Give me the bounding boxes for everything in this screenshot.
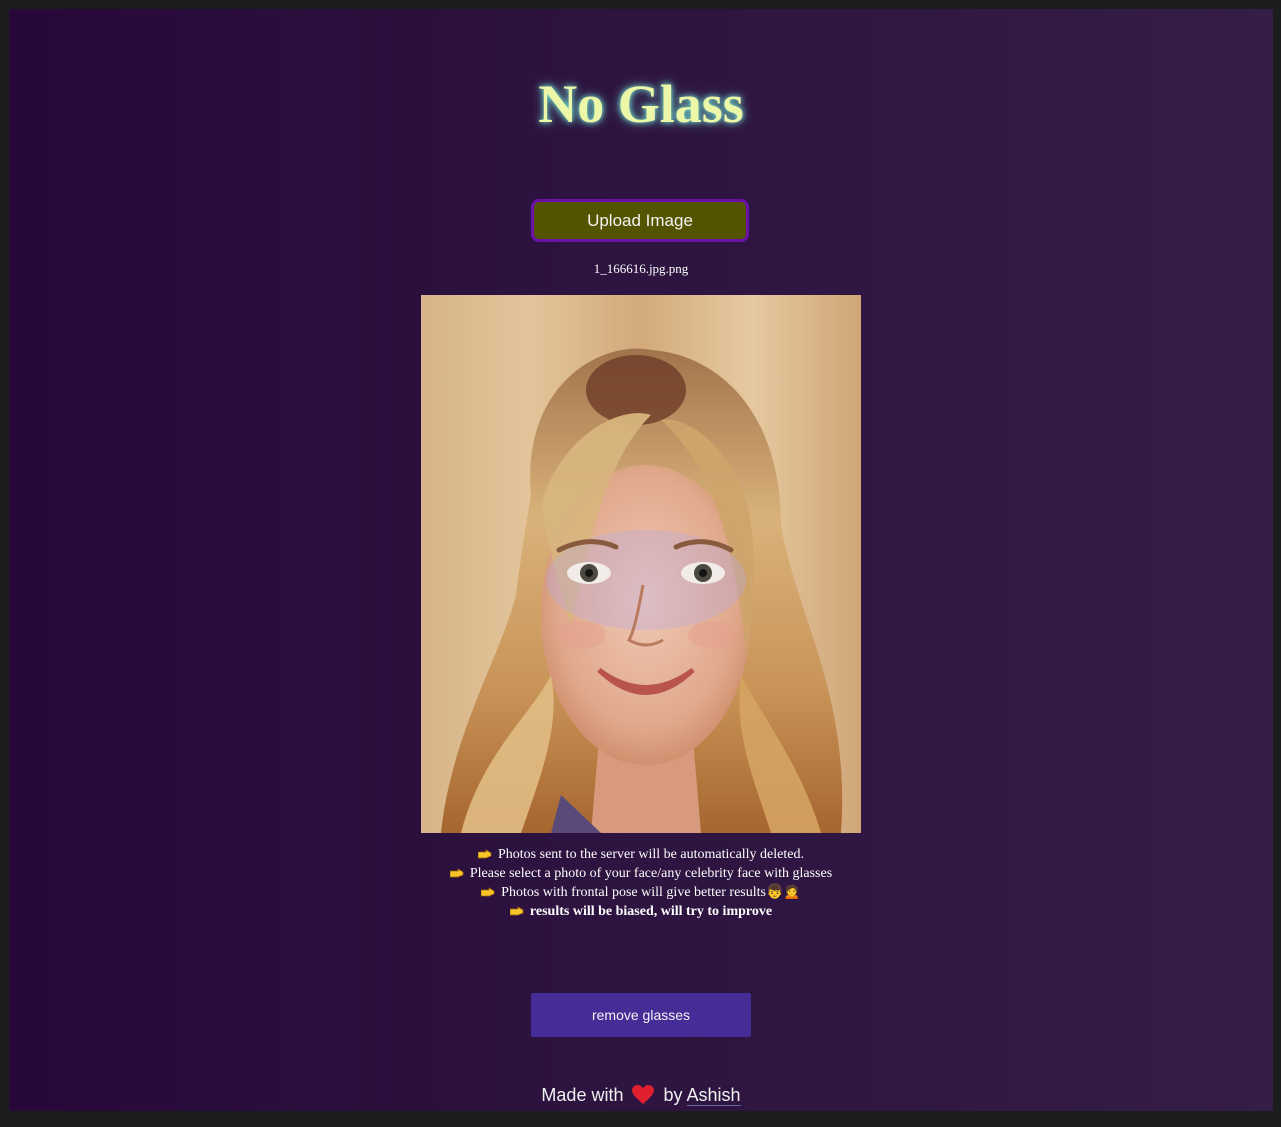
note-text: Photos sent to the server will be automa… (498, 847, 804, 862)
footer-prefix: Made with (541, 1085, 624, 1105)
face-photo-illustration (421, 295, 861, 833)
note-line: Photos sent to the server will be automa… (9, 845, 1273, 864)
note-text: results will be biased, will try to impr… (529, 904, 773, 919)
note-line: results will be biased, will try to impr… (9, 902, 1273, 921)
uploaded-photo-preview (421, 295, 861, 833)
app-frame: No Glass Upload Image 1_166616.jpg.png P… (9, 9, 1273, 1111)
page-title: No Glass (538, 74, 744, 134)
uploaded-filename: 1_166616.jpg.png (593, 261, 689, 276)
heart-icon (632, 1085, 655, 1104)
pointing-hand-icon (478, 849, 492, 859)
note-text: Photos with frontal pose will give bette… (501, 885, 801, 900)
footer-by: by (663, 1085, 683, 1105)
pointing-hand-icon (509, 906, 524, 916)
pointing-hand-icon (449, 868, 464, 878)
note-text: Please select a photo of your face/any c… (469, 866, 833, 881)
footer: Made with by Ashish (9, 1085, 1273, 1106)
usage-notes: Photos sent to the server will be automa… (9, 845, 1273, 921)
remove-glasses-button[interactable]: remove glasses (531, 993, 751, 1037)
author-link[interactable]: Ashish (686, 1085, 741, 1106)
note-line: Please select a photo of your face/any c… (9, 864, 1273, 883)
pointing-hand-icon (481, 887, 495, 897)
upload-image-button[interactable]: Upload Image (531, 199, 749, 242)
note-line: Photos with frontal pose will give bette… (9, 883, 1273, 902)
